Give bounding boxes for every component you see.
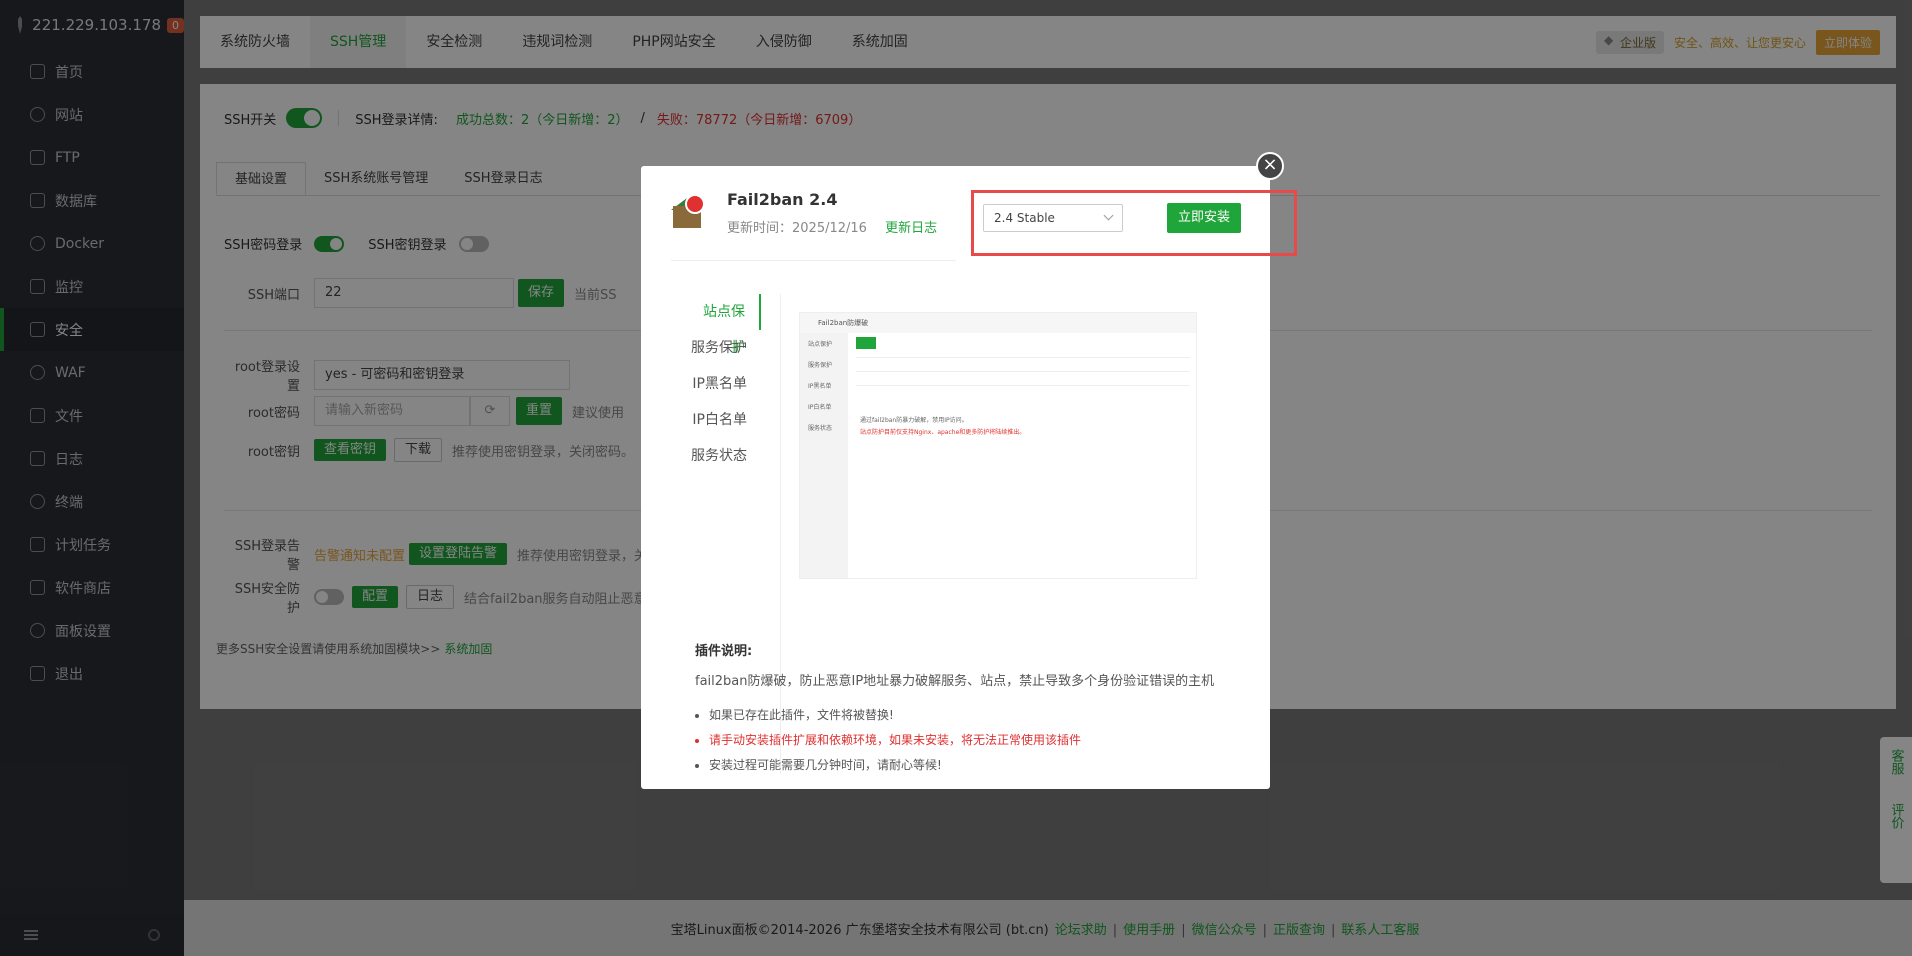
plugin-desc-title: 插件说明: bbox=[695, 644, 753, 659]
preview-row bbox=[856, 357, 1190, 358]
divider bbox=[780, 294, 781, 774]
plugin-title: Fail2ban 2.4 bbox=[727, 190, 838, 209]
fail2ban-logo-icon bbox=[671, 194, 707, 232]
preview-sidebar: 站点保护服务保护 IP黑名单 IP白名单服务状态 bbox=[800, 333, 848, 578]
preview-menu-item: 站点保护 bbox=[808, 341, 833, 348]
divider bbox=[671, 260, 956, 261]
feature-menu: 站点保护 服务保护 IP黑名单 IP白名单 服务状态 bbox=[691, 294, 761, 474]
plugin-meta: 更新时间：2025/12/16 更新日志 bbox=[727, 217, 937, 236]
install-note: 安装过程可能需要几分钟时间，请耐心等候! bbox=[709, 756, 1081, 773]
preview-add-button bbox=[856, 337, 876, 349]
changelog-link[interactable]: 更新日志 bbox=[885, 221, 937, 236]
feature-menu-item[interactable]: 站点保护 bbox=[691, 294, 761, 356]
install-note: 如果已存在此插件，文件将被替换! bbox=[709, 706, 1081, 723]
install-note-warning: 请手动安装插件扩展和依赖环境，如果未安装，将无法正常使用该插件 bbox=[709, 731, 1081, 748]
feature-menu-item[interactable]: IP白名单 bbox=[691, 402, 761, 438]
feature-menu-item[interactable]: 服务状态 bbox=[691, 438, 761, 474]
preview-note: 通过fail2ban防暴力破解，禁用IP访问。 bbox=[860, 417, 968, 424]
preview-menu-item: IP白名单 bbox=[808, 404, 832, 411]
preview-menu-item: 服务保护 bbox=[808, 362, 833, 369]
feature-menu-item[interactable]: IP黑名单 bbox=[691, 366, 761, 402]
preview-note-warning: 站点防护目前仅支持Nginx、apache和更多防护将陆续推出。 bbox=[860, 429, 1026, 436]
plugin-install-modal: Fail2ban 2.4 更新时间：2025/12/16 更新日志 2.4 St… bbox=[641, 166, 1270, 789]
highlight-box bbox=[971, 190, 1297, 256]
install-notes: 如果已存在此插件，文件将被替换! 请手动安装插件扩展和依赖环境，如果未安装，将无… bbox=[709, 706, 1081, 781]
plugin-desc: fail2ban防爆破，防止恶意IP地址暴力破解服务、站点，禁止导致多个身份验证… bbox=[695, 674, 1215, 689]
feature-preview-image: Fail2ban防爆破 站点保护服务保护 IP黑名单 IP白名单服务状态 通过fai… bbox=[799, 312, 1197, 579]
feature-menu-item[interactable]: 服务保护 bbox=[691, 330, 761, 366]
modal-header: Fail2ban 2.4 更新时间：2025/12/16 更新日志 bbox=[671, 190, 937, 236]
preview-row bbox=[856, 385, 1190, 386]
preview-title: Fail2ban防爆破 bbox=[800, 313, 1196, 333]
close-icon[interactable]: × bbox=[1256, 152, 1284, 180]
preview-menu-item: IP黑名单 bbox=[808, 383, 832, 390]
update-time: 更新时间：2025/12/16 bbox=[727, 221, 867, 236]
preview-row bbox=[856, 371, 1190, 372]
preview-menu-item: 服务状态 bbox=[808, 425, 833, 432]
